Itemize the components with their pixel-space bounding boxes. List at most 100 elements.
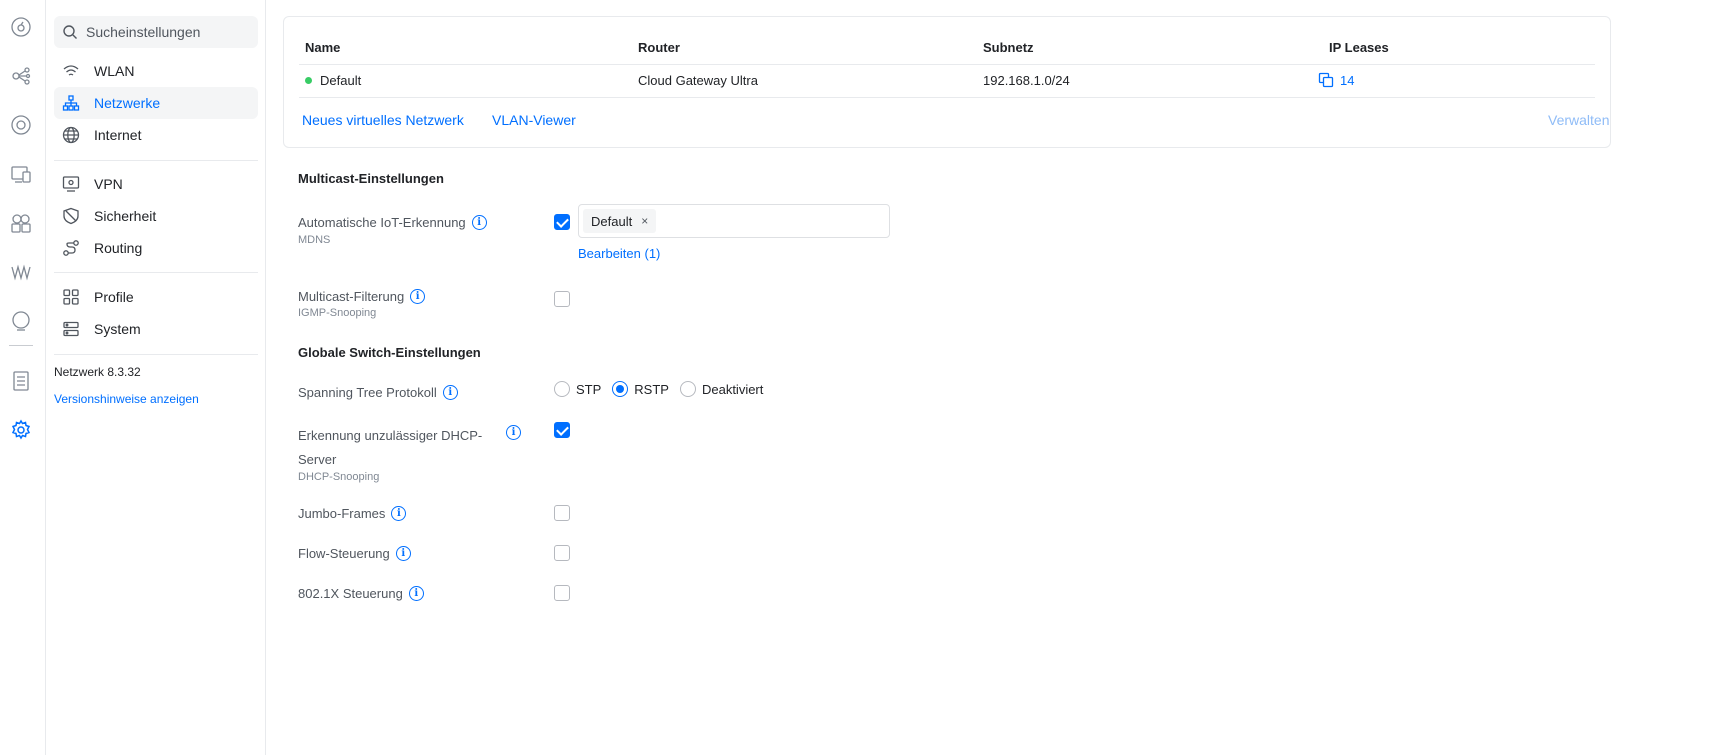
multicast-filter-label: Multicast-Filterung i	[298, 289, 426, 305]
search-icon	[63, 25, 77, 39]
flow-control-label: Flow-Steuerung i	[298, 546, 411, 562]
dhcp-guard-sublabel: DHCP-Snooping	[298, 471, 380, 483]
network-tag-select[interactable]: Default ×	[578, 204, 890, 238]
release-notes-link[interactable]: Versionshinweise anzeigen	[54, 392, 199, 406]
routing-icon	[62, 239, 80, 257]
network-icon	[62, 94, 80, 112]
settings-search-input[interactable]: Sucheinstellungen	[54, 16, 258, 48]
wifiman-icon[interactable]	[10, 261, 32, 283]
dhcp-guard-label: Erkennung unzulässiger DHCP- Server	[298, 424, 482, 472]
new-virtual-network-link[interactable]: Neues virtuelles Netzwerk	[302, 112, 464, 128]
edit-link[interactable]: Bearbeiten (1)	[578, 246, 660, 261]
iot-detection-text: Automatische IoT-Erkennung	[298, 215, 466, 230]
network-tag-label: Default	[591, 213, 633, 229]
info-icon[interactable]: i	[395, 546, 411, 562]
column-header-name: Name	[305, 40, 341, 55]
devices-icon[interactable]	[10, 114, 32, 136]
wifi-icon	[62, 62, 80, 80]
search-placeholder: Sucheinstellungen	[86, 24, 201, 40]
info-icon[interactable]: i	[442, 385, 458, 401]
flow-control-text: Flow-Steuerung	[298, 546, 390, 561]
globe-icon	[62, 126, 80, 144]
iot-detection-label: Automatische IoT-Erkennung i	[298, 215, 487, 231]
info-icon[interactable]: i	[391, 506, 407, 522]
network-tag: Default ×	[583, 209, 657, 233]
column-header-router: Router	[638, 40, 680, 55]
jumbo-frames-label: Jumbo-Frames i	[298, 506, 407, 522]
multicast-filter-checkbox[interactable]	[554, 291, 570, 307]
clients-icon[interactable]	[10, 163, 32, 185]
column-header-subnet: Subnetz	[983, 40, 1034, 55]
switch-section-title: Globale Switch-Einstellungen	[298, 345, 481, 360]
remove-tag-icon[interactable]: ×	[641, 214, 648, 228]
dot1x-checkbox[interactable]	[554, 585, 570, 601]
jumbo-frames-checkbox[interactable]	[554, 505, 570, 521]
logs-icon[interactable]	[10, 370, 32, 392]
sidebar-item-system[interactable]: System	[54, 313, 258, 345]
sidebar-item-label: WLAN	[94, 63, 135, 79]
networks-card	[283, 16, 1611, 148]
sidebar-item-label: Netzwerke	[94, 95, 161, 111]
info-icon[interactable]: i	[408, 586, 424, 602]
iot-detection-checkbox[interactable]	[554, 214, 570, 230]
vlan-viewer-link[interactable]: VLAN-Viewer	[492, 112, 576, 128]
stp-label: Spanning Tree Protokoll i	[298, 385, 458, 401]
sidebar-item-internet[interactable]: Internet	[54, 119, 258, 151]
sidebar-item-label: Sicherheit	[94, 208, 157, 224]
insights-icon[interactable]	[10, 212, 32, 234]
stp-option-disabled[interactable]: Deaktiviert	[679, 381, 764, 397]
radio-label: STP	[576, 381, 602, 397]
shield-icon	[62, 207, 80, 225]
table-divider	[299, 97, 1595, 98]
sidebar-divider	[54, 272, 258, 273]
sidebar-divider	[54, 354, 258, 355]
radio-indicator	[554, 381, 570, 397]
info-icon[interactable]: i	[410, 289, 426, 305]
dot1x-label: 802.1X Steuerung i	[298, 586, 424, 602]
dhcp-guard-checkbox[interactable]	[554, 422, 570, 438]
column-header-ip-leases: IP Leases	[1329, 40, 1389, 55]
sidebar-item-sicherheit[interactable]: Sicherheit	[54, 200, 258, 232]
stp-radio-group: STP RSTP Deaktiviert	[554, 381, 774, 397]
topology-icon[interactable]	[10, 65, 32, 87]
multicast-filter-text: Multicast-Filterung	[298, 289, 405, 304]
stp-text: Spanning Tree Protokoll	[298, 385, 437, 400]
radio-label: RSTP	[634, 381, 669, 397]
table-row-subnet: 192.168.1.0/24	[983, 73, 1070, 88]
radio-label: Deaktiviert	[701, 381, 764, 397]
radio-indicator	[612, 381, 629, 397]
ip-leases-link[interactable]: 14	[1318, 72, 1354, 88]
version-label: Netzwerk 8.3.32	[54, 365, 141, 379]
dhcp-guard-text-line1: Erkennung unzulässiger DHCP-	[298, 428, 483, 443]
table-row-name[interactable]: Default	[305, 73, 361, 88]
stp-option-rstp[interactable]: RSTP	[612, 381, 669, 397]
sidebar-item-label: System	[94, 321, 141, 337]
radar-icon[interactable]	[10, 310, 32, 332]
table-row-router: Cloud Gateway Ultra	[638, 73, 758, 88]
info-icon[interactable]: i	[506, 425, 521, 440]
sidebar-item-label: Profile	[94, 289, 134, 305]
sidebar-item-vpn[interactable]: VPN	[54, 168, 258, 200]
sidebar-item-netzwerke[interactable]: Netzwerke	[54, 87, 258, 119]
status-dot	[305, 77, 312, 85]
sidebar-item-profile[interactable]: Profile	[54, 281, 258, 313]
sidebar-divider	[54, 160, 258, 161]
leases-icon	[1318, 72, 1334, 88]
sidebar-item-label: Routing	[94, 240, 143, 256]
vpn-icon	[62, 175, 80, 193]
sidebar-item-label: VPN	[94, 176, 123, 192]
dashboard-icon[interactable]	[10, 16, 32, 38]
flow-control-checkbox[interactable]	[554, 545, 570, 561]
manage-link[interactable]: Verwalten	[1548, 112, 1609, 128]
info-icon[interactable]: i	[471, 215, 487, 231]
stp-option-stp[interactable]: STP	[554, 381, 601, 397]
settings-icon[interactable]	[10, 419, 32, 441]
sidebar-item-wlan[interactable]: WLAN	[54, 55, 258, 87]
multicast-section-title: Multicast-Einstellungen	[298, 171, 444, 186]
leases-count: 14	[1340, 72, 1355, 88]
radio-indicator	[679, 381, 696, 397]
jumbo-frames-text: Jumbo-Frames	[298, 506, 386, 521]
app-rail	[0, 0, 46, 755]
sidebar-item-routing[interactable]: Routing	[54, 232, 258, 264]
multicast-filter-sublabel: IGMP-Snooping	[298, 307, 377, 319]
